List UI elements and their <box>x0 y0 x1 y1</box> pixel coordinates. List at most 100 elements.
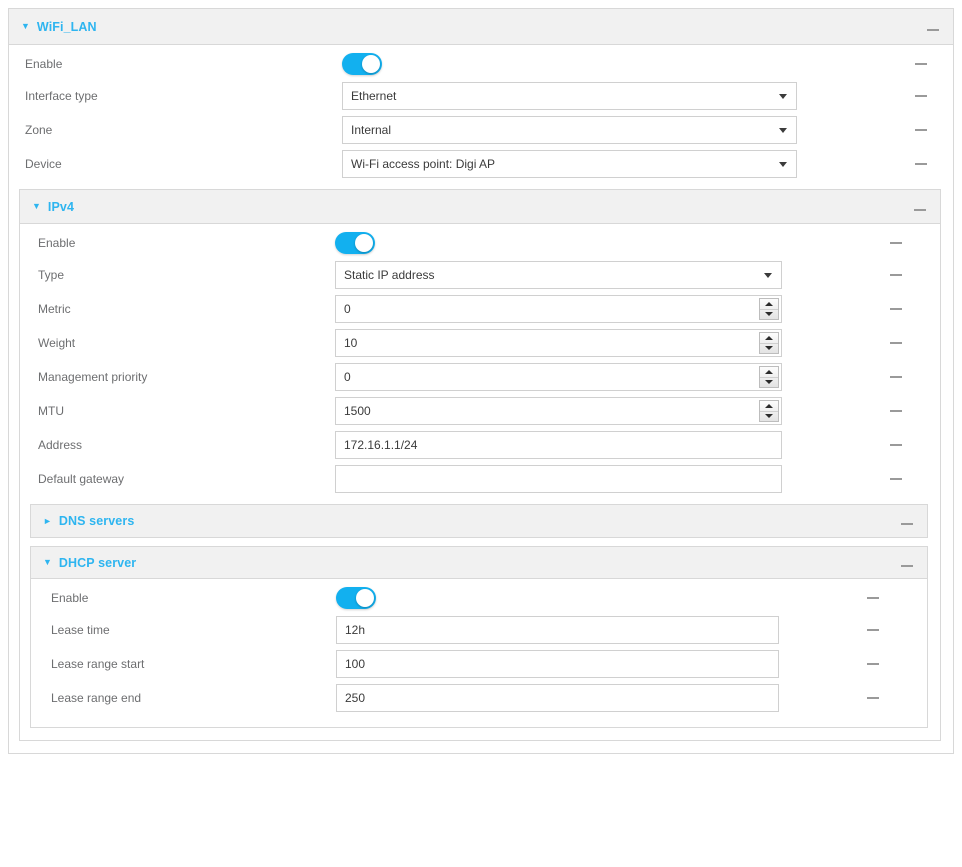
chevron-right-icon[interactable]: ► <box>43 516 52 526</box>
panel-header-ipv4[interactable]: ▼ IPv4 <box>20 190 940 224</box>
chevron-down-icon[interactable]: ▼ <box>21 22 30 31</box>
select-device-value: Wi-Fi access point: Digi AP <box>351 157 496 171</box>
label-lease-range-end: Lease range end <box>51 691 142 705</box>
label-mtu: MTU <box>38 404 64 418</box>
remove-metric[interactable] <box>880 308 940 310</box>
remove-lease-range-end[interactable] <box>867 697 927 699</box>
label-lease-time: Lease time <box>51 623 110 637</box>
field-dhcp-enable <box>336 587 867 609</box>
remove-interface-type[interactable] <box>893 95 953 97</box>
minus-icon <box>890 410 902 412</box>
input-weight-value: 10 <box>344 336 358 350</box>
row-ipv4-enable: Enable <box>20 228 940 258</box>
input-lease-range-start[interactable]: 100 <box>336 650 779 678</box>
stepper-down-button[interactable] <box>760 344 778 354</box>
toggle-knob <box>355 234 373 252</box>
input-metric[interactable]: 0 <box>335 295 782 323</box>
field-management-priority: 0 <box>335 363 880 391</box>
triangle-down-icon <box>765 380 773 385</box>
field-zone: Internal <box>342 116 893 144</box>
select-zone-value: Internal <box>351 123 392 137</box>
stepper-metric[interactable] <box>759 298 779 320</box>
triangle-down-icon <box>765 414 773 419</box>
panel-header-dns-servers[interactable]: ► DNS servers <box>31 505 927 537</box>
remove-ipv4-enable[interactable] <box>880 242 940 244</box>
remove-lease-range-start[interactable] <box>867 663 927 665</box>
label-default-gateway: Default gateway <box>38 472 125 486</box>
select-zone[interactable]: Internal <box>342 116 797 144</box>
field-ipv4-type: Static IP address <box>335 261 880 289</box>
minus-icon <box>890 242 902 244</box>
input-management-priority-value: 0 <box>344 370 351 384</box>
chevron-down-icon[interactable]: ▼ <box>43 558 52 567</box>
stepper-mtu[interactable] <box>759 400 779 422</box>
input-management-priority[interactable]: 0 <box>335 363 782 391</box>
remove-ipv4-type[interactable] <box>880 274 940 276</box>
stepper-up-button[interactable] <box>760 299 778 310</box>
input-weight[interactable]: 10 <box>335 329 782 357</box>
stepper-management-priority[interactable] <box>759 366 779 388</box>
remove-device[interactable] <box>893 163 953 165</box>
stepper-down-button[interactable] <box>760 310 778 320</box>
panel-dns-servers: ► DNS servers <box>30 504 928 538</box>
remove-weight[interactable] <box>880 342 940 344</box>
stepper-up-button[interactable] <box>760 401 778 412</box>
chevron-down-icon[interactable]: ▼ <box>32 202 41 211</box>
row-weight: Weight 10 <box>20 326 940 360</box>
select-device[interactable]: Wi-Fi access point: Digi AP <box>342 150 797 178</box>
panel-dhcp-server: ▼ DHCP server Enable Lease time 12h Leas… <box>30 546 928 728</box>
triangle-down-icon <box>765 312 773 317</box>
remove-default-gateway[interactable] <box>880 478 940 480</box>
panel-title-dhcp-server: DHCP server <box>58 555 137 570</box>
row-enable: Enable <box>9 49 953 79</box>
triangle-up-icon <box>765 335 773 340</box>
collapse-minus-icon-ipv4[interactable] <box>914 200 926 214</box>
panel-header-wifi-lan[interactable]: ▼ WiFi_LAN <box>9 9 953 45</box>
input-address[interactable]: 172.16.1.1/24 <box>335 431 782 459</box>
remove-management-priority[interactable] <box>880 376 940 378</box>
toggle-enable[interactable] <box>342 53 382 75</box>
label-ipv4-enable: Enable <box>38 236 76 250</box>
input-lease-time[interactable]: 12h <box>336 616 779 644</box>
minus-icon <box>867 629 879 631</box>
select-interface-type[interactable]: Ethernet <box>342 82 797 110</box>
panel-wifi-lan: ▼ WiFi_LAN Enable Interface type Etherne… <box>8 8 954 754</box>
label-device: Device <box>25 157 62 171</box>
triangle-up-icon <box>765 301 773 306</box>
remove-enable[interactable] <box>893 63 953 65</box>
input-lease-range-end[interactable]: 250 <box>336 684 779 712</box>
panel-header-dhcp-server[interactable]: ▼ DHCP server <box>31 547 927 579</box>
select-ipv4-type[interactable]: Static IP address <box>335 261 782 289</box>
chevron-down-icon <box>779 128 787 133</box>
label-management-priority: Management priority <box>38 370 148 384</box>
collapse-minus-icon-dns-servers[interactable] <box>901 514 913 528</box>
input-mtu[interactable]: 1500 <box>335 397 782 425</box>
minus-icon <box>867 597 879 599</box>
stepper-up-button[interactable] <box>760 333 778 344</box>
minus-icon <box>915 129 927 131</box>
minus-icon <box>890 274 902 276</box>
toggle-ipv4-enable[interactable] <box>335 232 375 254</box>
stepper-weight[interactable] <box>759 332 779 354</box>
row-address: Address 172.16.1.1/24 <box>20 428 940 462</box>
field-weight: 10 <box>335 329 880 357</box>
chevron-down-icon <box>764 273 772 278</box>
input-default-gateway[interactable] <box>335 465 782 493</box>
stepper-down-button[interactable] <box>760 378 778 388</box>
remove-address[interactable] <box>880 444 940 446</box>
remove-zone[interactable] <box>893 129 953 131</box>
minus-icon <box>867 663 879 665</box>
chevron-down-icon <box>779 94 787 99</box>
remove-dhcp-enable[interactable] <box>867 597 927 599</box>
field-lease-time: 12h <box>336 616 867 644</box>
minus-icon <box>915 95 927 97</box>
toggle-dhcp-enable[interactable] <box>336 587 376 609</box>
stepper-up-button[interactable] <box>760 367 778 378</box>
stepper-down-button[interactable] <box>760 412 778 422</box>
collapse-minus-icon-wifi-lan[interactable] <box>927 20 939 34</box>
remove-mtu[interactable] <box>880 410 940 412</box>
row-management-priority: Management priority 0 <box>20 360 940 394</box>
collapse-minus-icon-dhcp-server[interactable] <box>901 556 913 570</box>
remove-lease-time[interactable] <box>867 629 927 631</box>
select-ipv4-type-value: Static IP address <box>344 268 435 282</box>
